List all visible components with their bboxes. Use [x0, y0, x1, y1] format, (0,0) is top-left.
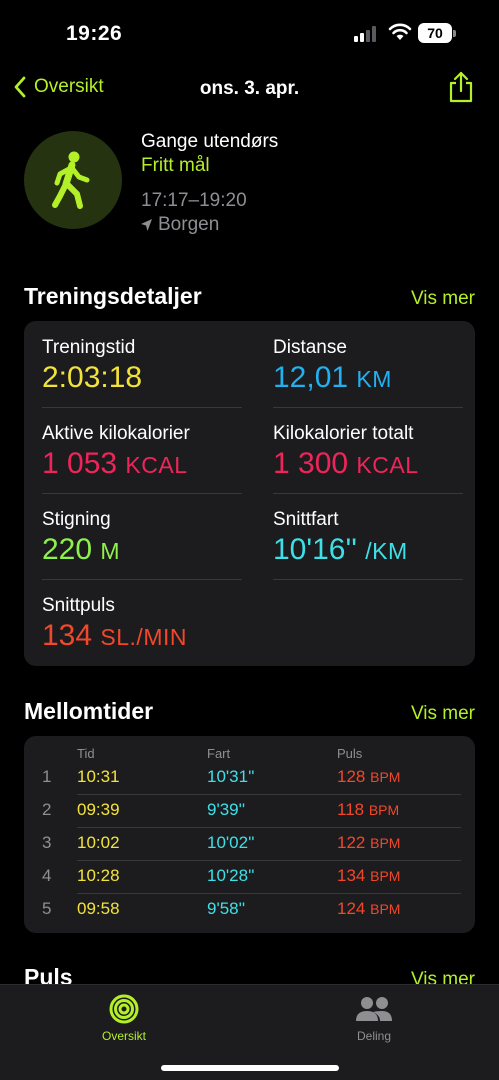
metric-value: 220 M — [42, 533, 121, 566]
battery-level: 70 — [418, 23, 452, 43]
column-header-pace: Fart — [207, 746, 231, 761]
split-number: 5 — [42, 899, 52, 918]
home-indicator[interactable] — [161, 1065, 339, 1071]
metric-label: Snittfart — [273, 509, 339, 530]
split-hr: 124 BPM — [337, 899, 401, 918]
split-hr: 118 BPM — [337, 800, 400, 819]
split-hr: 128 BPM — [337, 767, 401, 786]
location-arrow-icon — [141, 219, 152, 231]
split-number: 3 — [42, 833, 52, 852]
split-number: 4 — [42, 866, 52, 885]
split-hr: 122 BPM — [337, 833, 401, 852]
metric-label: Kilokalorier totalt — [273, 423, 414, 444]
workout-goal: Fritt mål — [141, 155, 210, 176]
table-row: 1 10:31 10'31'' 128 BPM — [24, 761, 475, 794]
split-time: 10:31 — [77, 767, 120, 786]
split-hr: 134 BPM — [337, 866, 401, 885]
metric-label: Stigning — [42, 509, 111, 530]
split-time: 09:39 — [77, 800, 120, 819]
metric-pace: Snittfart 10'16'' /KM — [273, 509, 408, 567]
column-header-hr: Puls — [337, 746, 363, 761]
battery-indicator: 70 — [418, 23, 456, 43]
metric-label: Distanse — [273, 337, 347, 358]
column-header-time: Tid — [77, 746, 95, 761]
metric-value: 134 SL./MIN — [42, 619, 187, 652]
cellular-signal-icon — [354, 26, 376, 42]
split-pace: 9'58'' — [207, 899, 246, 918]
share-icon — [449, 71, 473, 103]
metric-value: 1 300 KCAL — [273, 447, 419, 480]
metric-elevation: Stigning 220 M — [42, 509, 120, 567]
split-pace: 10'02'' — [207, 833, 255, 852]
walking-figure-icon — [52, 151, 90, 209]
location-label: Borgen — [158, 214, 220, 235]
metric-value: 12,01 KM — [273, 361, 392, 394]
tab-label: Oversikt — [101, 1029, 146, 1043]
metric-label: Snittpuls — [42, 595, 115, 616]
split-time: 10:02 — [77, 833, 120, 852]
split-number: 2 — [42, 800, 52, 819]
metric-label: Aktive kilokalorier — [42, 423, 190, 444]
table-row: 5 09:58 9'58'' 124 BPM — [24, 893, 475, 926]
workout-location: Borgen — [141, 214, 219, 236]
split-pace: 10'28'' — [207, 866, 255, 885]
tab-label: Deling — [356, 1029, 392, 1043]
table-row: 3 10:02 10'02'' 122 BPM — [24, 827, 475, 860]
metric-total-kcal: Kilokalorier totalt 1 300 KCAL — [273, 423, 419, 481]
metric-value: 1 053 KCAL — [42, 447, 188, 480]
wifi-icon — [388, 23, 412, 40]
metric-heart-rate: Snittpuls 134 SL./MIN — [42, 595, 187, 653]
share-button[interactable] — [448, 70, 474, 109]
activity-rings-icon — [109, 994, 139, 1024]
status-time: 19:26 — [66, 22, 123, 45]
metric-label: Treningstid — [42, 337, 136, 358]
metric-value: 2:03:18 — [42, 361, 143, 394]
splits-show-more-link[interactable]: Vis mer — [411, 703, 475, 725]
metric-active-kcal: Aktive kilokalorier 1 053 KCAL — [42, 423, 190, 481]
tab-sharing[interactable]: Deling — [324, 993, 424, 1043]
details-card: Treningstid 2:03:18 Distanse 12,01 KM Ak… — [24, 321, 475, 666]
split-number: 1 — [42, 767, 52, 786]
tab-overview[interactable]: Oversikt — [74, 993, 174, 1043]
navigation-bar: Oversikt ons. 3. apr. — [0, 68, 499, 112]
metric-value: 10'16'' /KM — [273, 533, 408, 566]
details-show-more-link[interactable]: Vis mer — [411, 288, 475, 310]
page-title: ons. 3. apr. — [199, 78, 300, 99]
split-time: 09:58 — [77, 899, 120, 918]
workout-type-badge — [24, 131, 122, 229]
metric-duration: Treningstid 2:03:18 — [42, 337, 142, 395]
table-row: 2 09:39 9'39'' 118 BPM — [24, 794, 475, 827]
split-pace: 10'31'' — [207, 767, 255, 786]
split-pace: 9'39'' — [207, 800, 246, 819]
splits-table: Tid Fart Puls 1 10:31 10'31'' 128 BPM 2 … — [24, 736, 475, 933]
splits-section-title: Mellomtider — [24, 698, 154, 724]
workout-type: Gange utendørs — [141, 131, 279, 152]
split-time: 10:28 — [77, 866, 120, 885]
people-icon — [356, 997, 392, 1021]
details-section-title: Treningsdetaljer — [24, 283, 202, 309]
status-bar: 19:26 70 — [0, 0, 499, 64]
workout-time-range: 17:17–19:20 — [141, 190, 247, 211]
metric-distance: Distanse 12,01 KM — [273, 337, 392, 395]
table-row: 4 10:28 10'28'' 134 BPM — [24, 860, 475, 893]
